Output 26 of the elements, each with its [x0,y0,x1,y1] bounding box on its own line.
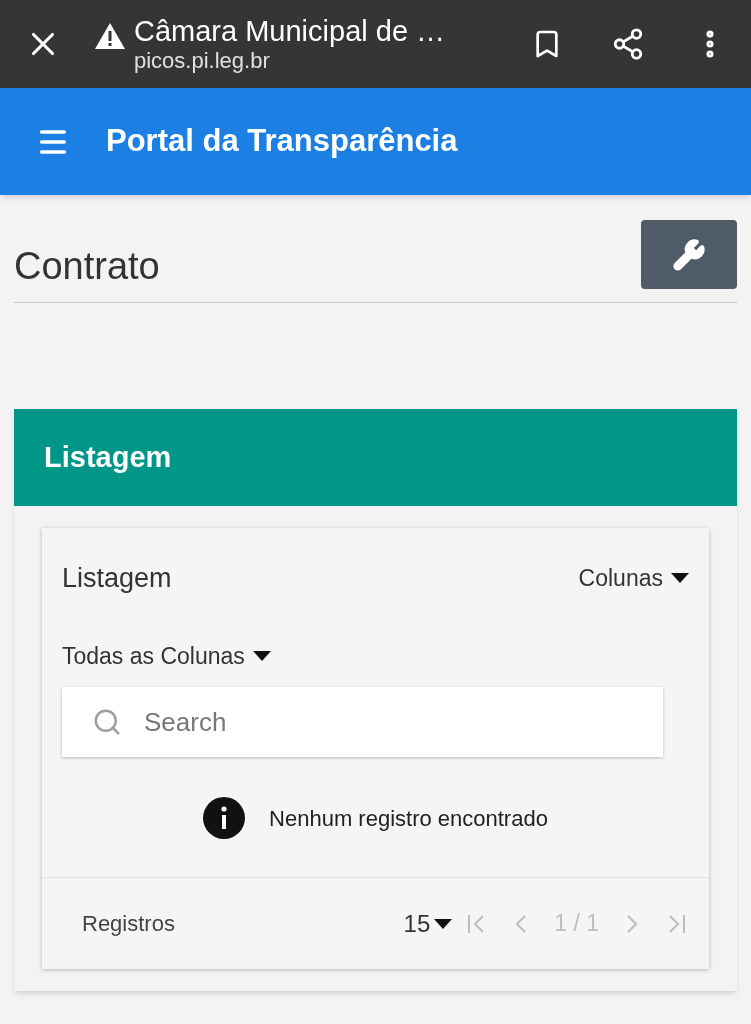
first-page-icon [468,914,485,933]
settings-button[interactable] [641,220,737,289]
caret-icon [252,650,271,661]
app-title: Portal da Transparência [106,122,458,161]
inner-title: Listagem [62,562,172,595]
columns-dropdown[interactable]: Colunas [578,561,689,596]
card-title: Listagem [44,439,172,475]
page-info: 1 / 1 [554,909,599,939]
url-text: picos.pi.leg.br [134,48,271,74]
filter-dropdown[interactable]: Todas as Colunas [62,638,271,673]
previous-page-icon [516,914,527,933]
search-icon [92,707,122,737]
page-size-dropdown[interactable]: 15 [403,905,453,942]
warning-icon [94,22,126,50]
empty-message: Nenhum registro encontrado [269,804,548,833]
page-title: Câmara Municipal de … [134,14,446,48]
next-page-icon [627,914,637,933]
search-field[interactable]: Search [62,687,663,757]
page-heading: Contrato [14,244,160,289]
wrench-icon [672,237,706,272]
records-label: Registros [82,910,175,938]
caret-icon [671,573,689,584]
last-page-icon [669,914,685,933]
share-icon[interactable] [611,27,645,61]
caret-icon [434,918,453,929]
info-icon [203,797,246,839]
